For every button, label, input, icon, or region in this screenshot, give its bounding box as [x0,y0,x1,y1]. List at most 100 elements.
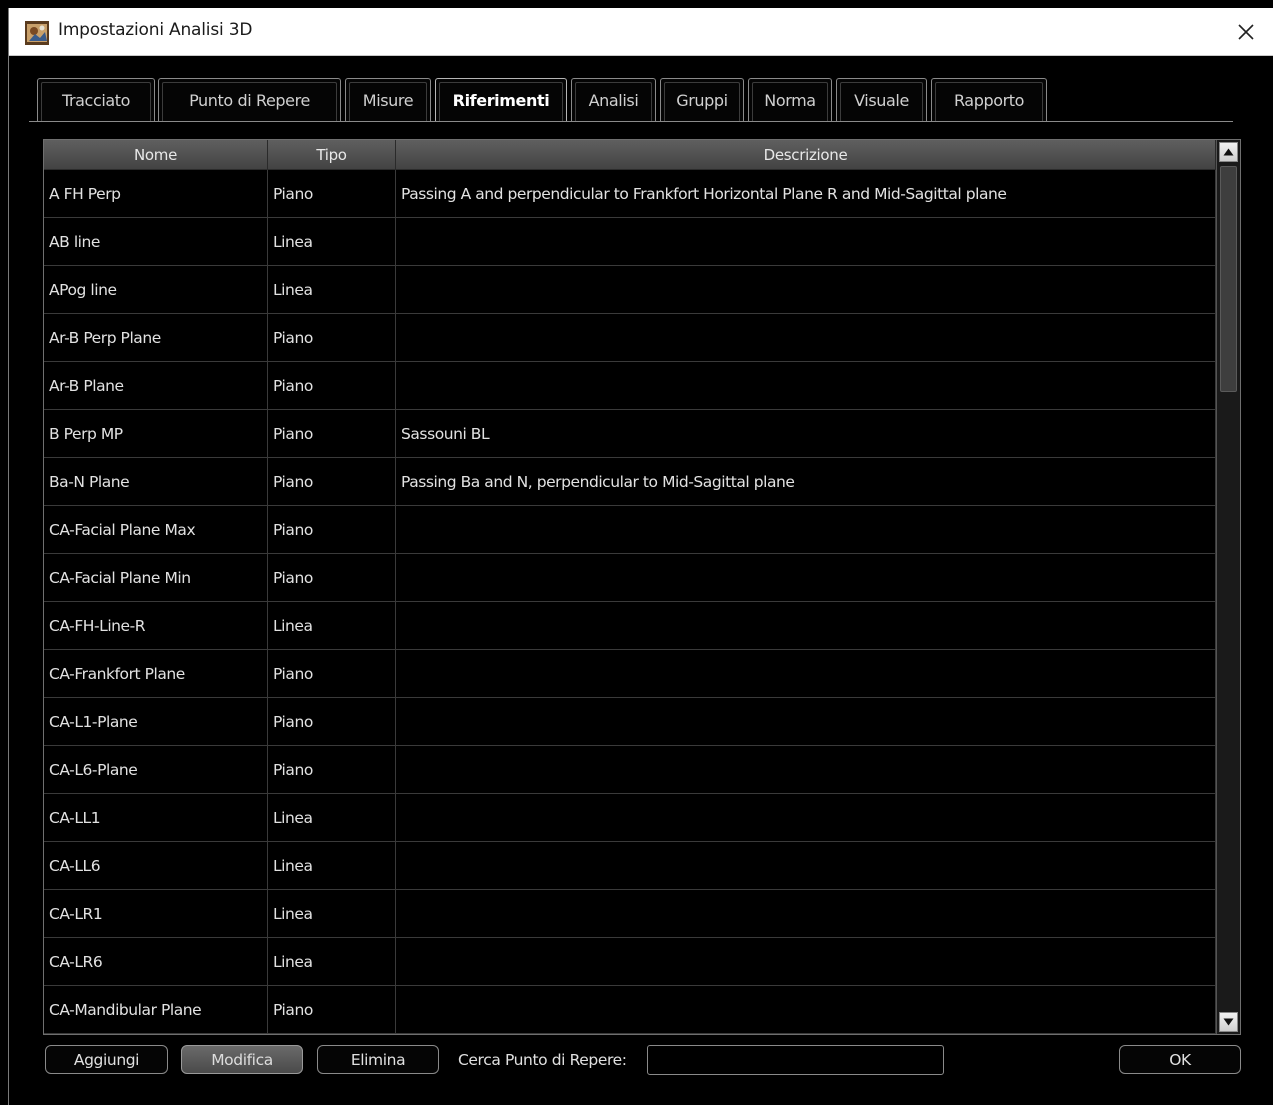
delete-button[interactable]: Elimina [317,1045,439,1074]
cell-descrizione [396,746,1216,793]
table-row[interactable]: CA-Frankfort Plane Piano [44,650,1216,698]
cell-nome: CA-Mandibular Plane [44,986,268,1033]
references-table: Nome Tipo Descrizione A FH Perp Piano Pass… [43,139,1241,1035]
tab-analisi[interactable]: Analisi [571,78,656,121]
table-row[interactable]: Ar-B Perp Plane Piano [44,314,1216,362]
column-header-tipo[interactable]: Tipo [268,140,396,170]
cell-descrizione [396,794,1216,841]
cell-nome: CA-LR1 [44,890,268,937]
cell-nome: APog line [44,266,268,313]
cell-tipo: Piano [268,506,396,553]
settings-dialog: Impostazioni Analisi 3D Tracciato Punto … [8,8,1273,1105]
cell-descrizione [396,938,1216,985]
tab-misure[interactable]: Misure [345,78,431,121]
cell-nome: CA-LL6 [44,842,268,889]
cell-nome: A FH Perp [44,170,268,217]
cell-descrizione [396,266,1216,313]
scroll-up-button[interactable] [1219,142,1238,162]
cell-tipo: Piano [268,362,396,409]
tab-label: Riferimenti [452,90,550,110]
tab-label: Norma [764,90,816,110]
tab-gruppi[interactable]: Gruppi [660,78,744,121]
cell-nome: AB line [44,218,268,265]
window-title: Impostazioni Analisi 3D [58,20,253,40]
cell-tipo: Piano [268,698,396,745]
tab-bar: Tracciato Punto di Repere Misure Riferim… [29,78,1245,122]
cell-nome: CA-LR6 [44,938,268,985]
table-row[interactable]: Ar-B Plane Piano [44,362,1216,410]
add-button[interactable]: Aggiungi [45,1045,168,1074]
search-input[interactable] [647,1045,944,1075]
cell-nome: Ar-B Perp Plane [44,314,268,361]
cell-nome: CA-L6-Plane [44,746,268,793]
table-row[interactable]: CA-LR6 Linea [44,938,1216,986]
cell-tipo: Linea [268,794,396,841]
search-label: Cerca Punto di Repere: [458,1051,627,1069]
cell-tipo: Linea [268,218,396,265]
table-row[interactable]: CA-Mandibular Plane Piano [44,986,1216,1034]
cell-descrizione [396,986,1216,1033]
scrollbar-thumb[interactable] [1220,166,1237,392]
cell-descrizione [396,554,1216,601]
table-row[interactable]: CA-Facial Plane Max Piano [44,506,1216,554]
tab-label: Rapporto [953,90,1025,110]
cell-tipo: Linea [268,842,396,889]
table-row[interactable]: CA-LL1 Linea [44,794,1216,842]
cell-tipo: Piano [268,458,396,505]
ok-button[interactable]: OK [1119,1045,1241,1074]
cell-descrizione [396,650,1216,697]
tab-punto-di-repere[interactable]: Punto di Repere [158,78,341,121]
table-row[interactable]: CA-Facial Plane Min Piano [44,554,1216,602]
cell-tipo: Linea [268,890,396,937]
cell-tipo: Piano [268,986,396,1033]
table-header: Nome Tipo Descrizione [44,140,1216,170]
table-row[interactable]: AB line Linea [44,218,1216,266]
close-button[interactable] [1229,16,1263,48]
scroll-up-arrow-icon [1223,148,1234,156]
close-icon [1238,24,1254,40]
cell-nome: B Perp MP [44,410,268,457]
cell-nome: CA-Facial Plane Max [44,506,268,553]
tab-rapporto[interactable]: Rapporto [931,78,1047,121]
scroll-down-button[interactable] [1219,1012,1238,1032]
cell-tipo: Piano [268,746,396,793]
tab-riferimenti[interactable]: Riferimenti [435,78,567,121]
tab-label: Visuale [854,90,909,110]
title-bar: Impostazioni Analisi 3D [9,8,1273,56]
table-body: A FH Perp Piano Passing A and perpendicula… [44,170,1216,1034]
cell-descrizione [396,698,1216,745]
cell-tipo: Linea [268,938,396,985]
table-row[interactable]: B Perp MP Piano Sassouni BL [44,410,1216,458]
tab-visuale[interactable]: Visuale [836,78,927,121]
cell-descrizione [396,314,1216,361]
scroll-down-arrow-icon [1223,1018,1234,1026]
vertical-scrollbar[interactable] [1216,140,1240,1034]
cell-descrizione [396,842,1216,889]
table-row[interactable]: CA-L6-Plane Piano [44,746,1216,794]
table-row[interactable]: A FH Perp Piano Passing A and perpendicula… [44,170,1216,218]
table-row[interactable]: CA-L1-Plane Piano [44,698,1216,746]
column-header-nome[interactable]: Nome [44,140,268,170]
table-row[interactable]: CA-LR1 Linea [44,890,1216,938]
edit-button[interactable]: Modifica [181,1045,303,1074]
table-row[interactable]: CA-FH-Line-R Linea [44,602,1216,650]
cell-descrizione [396,506,1216,553]
cell-tipo: Piano [268,554,396,601]
cell-descrizione: Sassouni BL [396,410,1216,457]
column-header-descrizione[interactable]: Descrizione [396,140,1216,170]
table-row[interactable]: CA-LL6 Linea [44,842,1216,890]
cell-tipo: Linea [268,602,396,649]
tab-norma[interactable]: Norma [748,78,832,121]
cell-tipo: Piano [268,314,396,361]
tab-label: Gruppi [676,90,728,110]
tab-tracciato[interactable]: Tracciato [37,78,155,121]
table-row[interactable]: Ba-N Plane Piano Passing Ba and N, perpend… [44,458,1216,506]
table-row[interactable]: APog line Linea [44,266,1216,314]
cell-tipo: Linea [268,266,396,313]
tab-label: Tracciato [61,90,131,110]
cell-descrizione [396,218,1216,265]
tab-bar-divider [29,121,1233,122]
cell-tipo: Piano [268,410,396,457]
app-logo-icon [25,21,49,45]
cell-nome: CA-FH-Line-R [44,602,268,649]
